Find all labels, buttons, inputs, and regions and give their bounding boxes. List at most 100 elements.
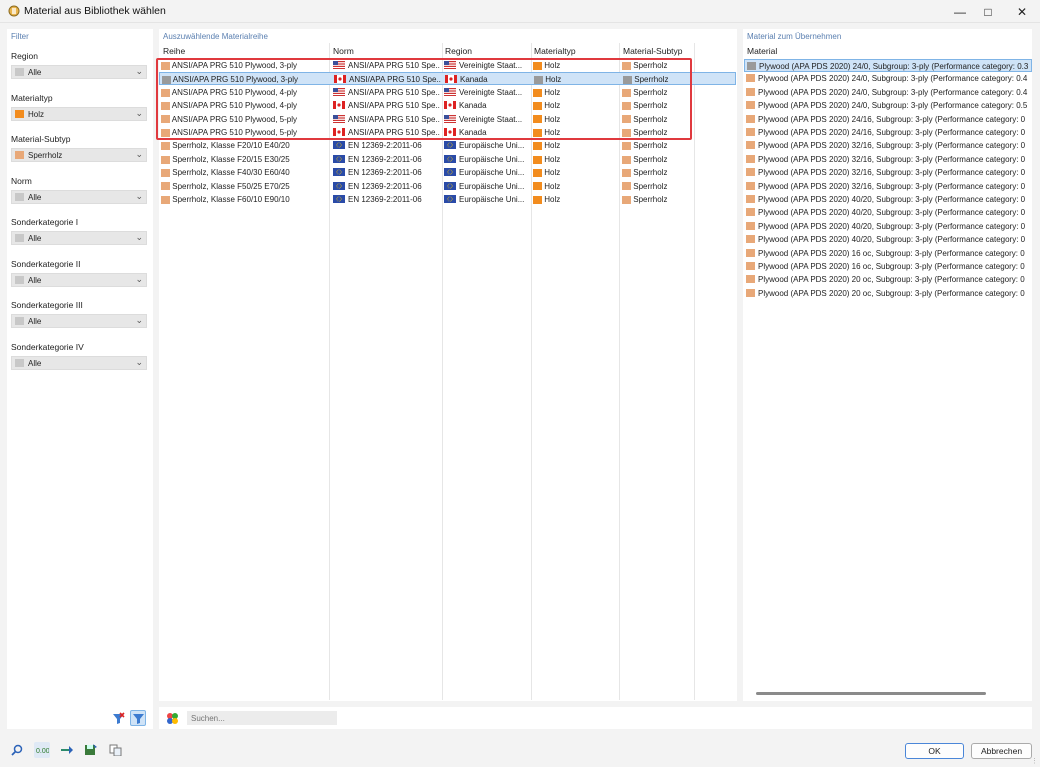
series-name: Sperrholz, Klasse F50/25 E70/25 xyxy=(172,181,290,191)
filter-label: Region xyxy=(11,51,38,61)
color-swatch xyxy=(746,235,755,244)
filter-combo[interactable]: Alle ⌄ xyxy=(11,189,147,204)
series-heading: Auszuwählende Materialreihe xyxy=(163,32,268,41)
norm-cell: EN 12369-2:2011-06 xyxy=(348,195,422,204)
filter-value: Alle xyxy=(28,317,42,326)
list-item[interactable]: Plywood (APA PDS 2020) 32/16, Subgroup: … xyxy=(744,180,1032,193)
subtype-label: Sperrholz xyxy=(633,168,668,178)
column-header[interactable]: Reihe xyxy=(163,46,185,56)
filter-label: Norm xyxy=(11,175,32,186)
resize-grip-icon[interactable]: ⋮ xyxy=(1031,757,1038,765)
table-row[interactable]: Sperrholz, Klasse F20/10 E40/20 EN 12369-… xyxy=(159,139,736,152)
color-swatch xyxy=(622,182,631,191)
list-item[interactable]: Plywood (APA PDS 2020) 40/20, Subgroup: … xyxy=(744,233,1032,246)
filter-combo[interactable]: Holz ⌄ xyxy=(11,106,147,121)
color-swatch xyxy=(161,182,170,191)
series-name-cell: Sperrholz, Klasse F20/10 E40/20 xyxy=(161,141,290,150)
filter-label: Sonderkategorie II xyxy=(11,258,81,269)
column-header[interactable]: Materialtyp xyxy=(534,46,576,56)
list-item[interactable]: Plywood (APA PDS 2020) 24/0, Subgroup: 3… xyxy=(744,59,1032,72)
series-name: Sperrholz, Klasse F20/15 E30/25 xyxy=(172,154,290,164)
material-label: Plywood (APA PDS 2020) 40/20, Subgroup: … xyxy=(758,195,1026,204)
filter-combo[interactable]: Sperrholz ⌄ xyxy=(11,148,147,162)
clear-filter-icon[interactable] xyxy=(110,710,126,726)
material-column-header[interactable]: Material xyxy=(747,46,777,56)
chevron-down-icon: ⌄ xyxy=(135,190,143,201)
subtype-label: Sperrholz xyxy=(633,181,668,191)
region-cell: Europäische Uni... xyxy=(459,154,525,164)
table-row[interactable]: Sperrholz, Klasse F20/15 E30/25 EN 12369-… xyxy=(159,153,736,166)
filter-combo[interactable]: Alle ⌄ xyxy=(11,355,147,370)
flag-icon xyxy=(333,181,345,190)
filter-combo[interactable]: Alle ⌄ xyxy=(11,231,147,245)
table-row[interactable]: Sperrholz, Klasse F50/25 E70/25 EN 12369-… xyxy=(159,180,736,193)
color-swatch xyxy=(533,182,542,191)
material-label: Plywood (APA PDS 2020) 24/0, Subgroup: 3… xyxy=(758,74,1028,84)
list-item[interactable]: Plywood (APA PDS 2020) 40/20, Subgroup: … xyxy=(744,193,1032,206)
list-item[interactable]: Plywood (APA PDS 2020) 32/16, Subgroup: … xyxy=(744,153,1032,166)
material-label: Plywood (APA PDS 2020) 20 oc, Subgroup: … xyxy=(758,275,1025,285)
horizontal-scrollbar[interactable] xyxy=(756,692,986,695)
material-label: Plywood (APA PDS 2020) 32/16, Subgroup: … xyxy=(758,141,1026,151)
column-header[interactable]: Region xyxy=(445,46,472,56)
search-icon[interactable] xyxy=(9,742,25,758)
type-cell: Holz xyxy=(533,182,560,191)
filter-icon[interactable] xyxy=(130,710,146,726)
list-item[interactable]: Plywood (APA PDS 2020) 24/16, Subgroup: … xyxy=(744,113,1032,126)
transfer-icon[interactable] xyxy=(59,742,75,758)
chevron-down-icon: ⌄ xyxy=(135,107,143,118)
chevron-down-icon: ⌄ xyxy=(135,232,143,242)
copy-icon[interactable] xyxy=(107,742,123,758)
list-item[interactable]: Plywood (APA PDS 2020) 24/0, Subgroup: 3… xyxy=(744,99,1032,112)
list-item[interactable]: Plywood (APA PDS 2020) 32/16, Subgroup: … xyxy=(744,166,1032,179)
color-swatch xyxy=(746,288,755,297)
filter-combo[interactable]: Alle ⌄ xyxy=(11,314,147,328)
color-swatch xyxy=(622,142,631,151)
list-item[interactable]: Plywood (APA PDS 2020) 40/20, Subgroup: … xyxy=(744,206,1032,219)
table-row[interactable]: Sperrholz, Klasse F60/10 E90/10 EN 12369-… xyxy=(159,193,736,206)
color-swatch xyxy=(15,317,24,325)
cancel-button[interactable]: Abbrechen xyxy=(971,743,1032,759)
list-item[interactable]: Plywood (APA PDS 2020) 24/16, Subgroup: … xyxy=(744,126,1032,139)
save-icon[interactable] xyxy=(82,742,98,758)
subtype-label: Sperrholz xyxy=(633,141,668,151)
filter-value: Alle xyxy=(28,68,42,77)
color-palette-icon[interactable] xyxy=(164,710,180,726)
material-label: Plywood (APA PDS 2020) 40/20, Subgroup: … xyxy=(758,208,1026,218)
material-label: Plywood (APA PDS 2020) 24/0, Subgroup: 3… xyxy=(758,87,1028,97)
list-item[interactable]: Plywood (APA PDS 2020) 16 oc, Subgroup: … xyxy=(744,260,1032,273)
filter-combo[interactable]: Alle ⌄ xyxy=(11,65,147,79)
list-item[interactable]: Plywood (APA PDS 2020) 24/0, Subgroup: 3… xyxy=(744,72,1032,85)
list-item[interactable]: Plywood (APA PDS 2020) 24/0, Subgroup: 3… xyxy=(744,86,1032,99)
list-item[interactable]: Plywood (APA PDS 2020) 32/16, Subgroup: … xyxy=(744,139,1032,152)
color-swatch xyxy=(15,234,24,242)
region-cell: Europäische Uni... xyxy=(459,168,525,178)
color-swatch xyxy=(746,181,755,190)
flag-icon xyxy=(333,195,345,203)
color-swatch xyxy=(622,195,631,204)
filter-combo[interactable]: Alle ⌄ xyxy=(11,272,147,287)
close-button[interactable]: ✕ xyxy=(1002,0,1040,23)
color-swatch xyxy=(746,141,755,150)
series-name-cell: Sperrholz, Klasse F50/25 E70/25 xyxy=(161,182,290,191)
ok-button[interactable]: OK xyxy=(905,743,964,759)
flag-icon xyxy=(444,154,456,163)
list-item[interactable]: Plywood (APA PDS 2020) 16 oc, Subgroup: … xyxy=(744,247,1032,260)
filter-value: Alle xyxy=(28,275,42,285)
color-swatch xyxy=(746,221,755,230)
type-label: Holz xyxy=(544,168,561,178)
list-item[interactable]: Plywood (APA PDS 2020) 40/20, Subgroup: … xyxy=(744,220,1032,233)
search-input[interactable] xyxy=(187,711,337,725)
column-header[interactable]: Material-Subtyp xyxy=(623,46,683,56)
list-item[interactable]: Plywood (APA PDS 2020) 20 oc, Subgroup: … xyxy=(744,287,1032,300)
table-row[interactable]: Sperrholz, Klasse F40/30 E60/40 EN 12369-… xyxy=(159,166,736,179)
list-item[interactable]: Plywood (APA PDS 2020) 20 oc, Subgroup: … xyxy=(744,273,1032,286)
column-header[interactable]: Norm xyxy=(333,46,354,56)
decimal-icon[interactable]: 0.00 xyxy=(34,742,50,758)
color-swatch xyxy=(15,192,24,201)
color-swatch xyxy=(746,195,755,203)
color-swatch xyxy=(15,358,24,367)
color-swatch xyxy=(746,208,755,217)
type-label: Holz xyxy=(544,181,561,191)
app-icon xyxy=(8,5,20,17)
